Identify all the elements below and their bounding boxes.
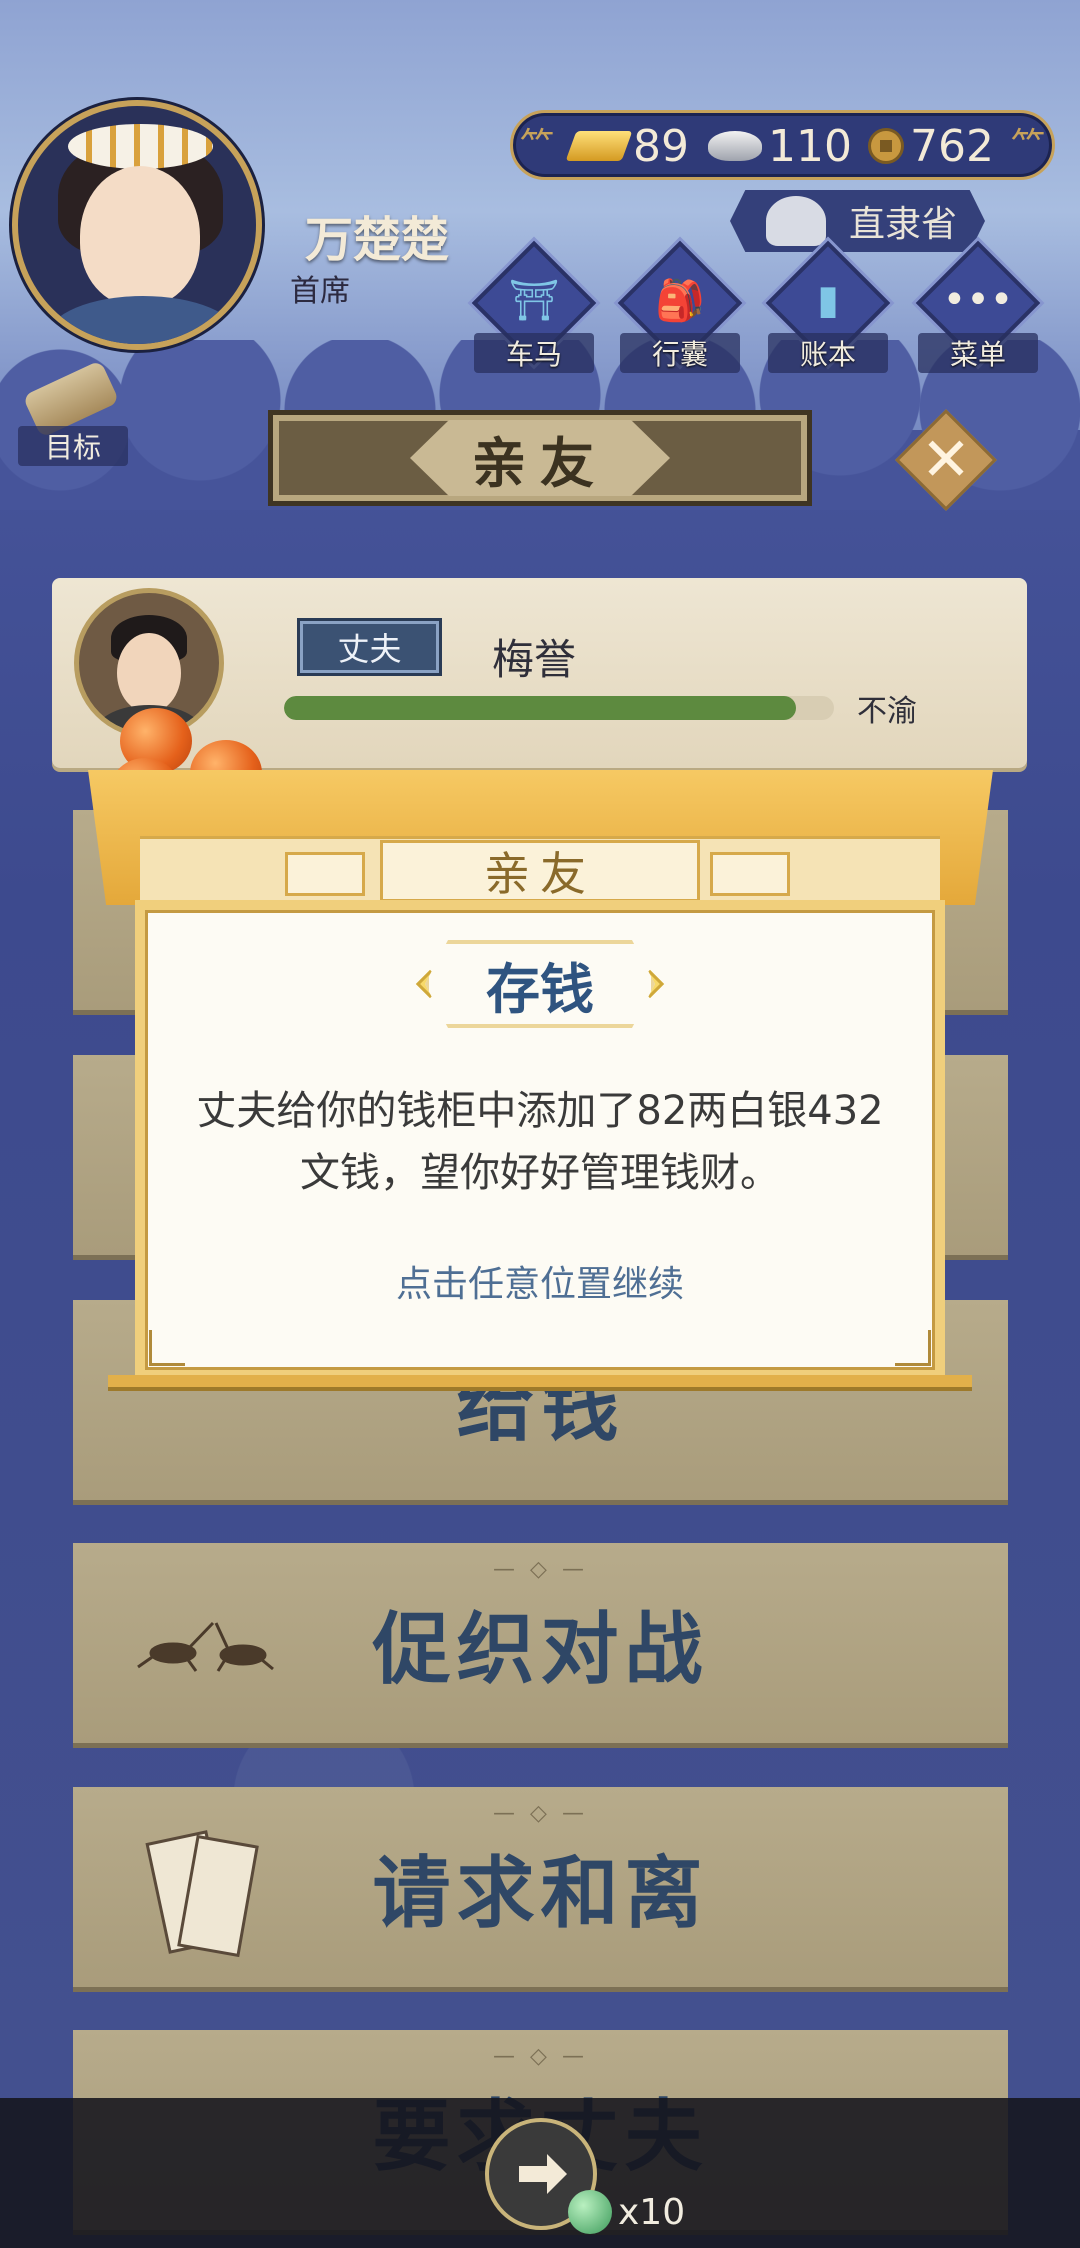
notice-dialog[interactable]: 亲友 存钱 丈夫给你的钱柜中添加了82两白银432文钱，望你好好管理钱财。 点击…	[88, 770, 993, 1400]
continue-hint[interactable]: 点击任意位置继续	[110, 1255, 970, 1307]
dialog-message: 丈夫给你的钱柜中添加了82两白银432文钱，望你好好管理钱财。	[196, 1088, 884, 1196]
dialog-tab-title: 亲友	[380, 840, 700, 902]
dialog-heading: 存钱	[425, 940, 655, 1028]
